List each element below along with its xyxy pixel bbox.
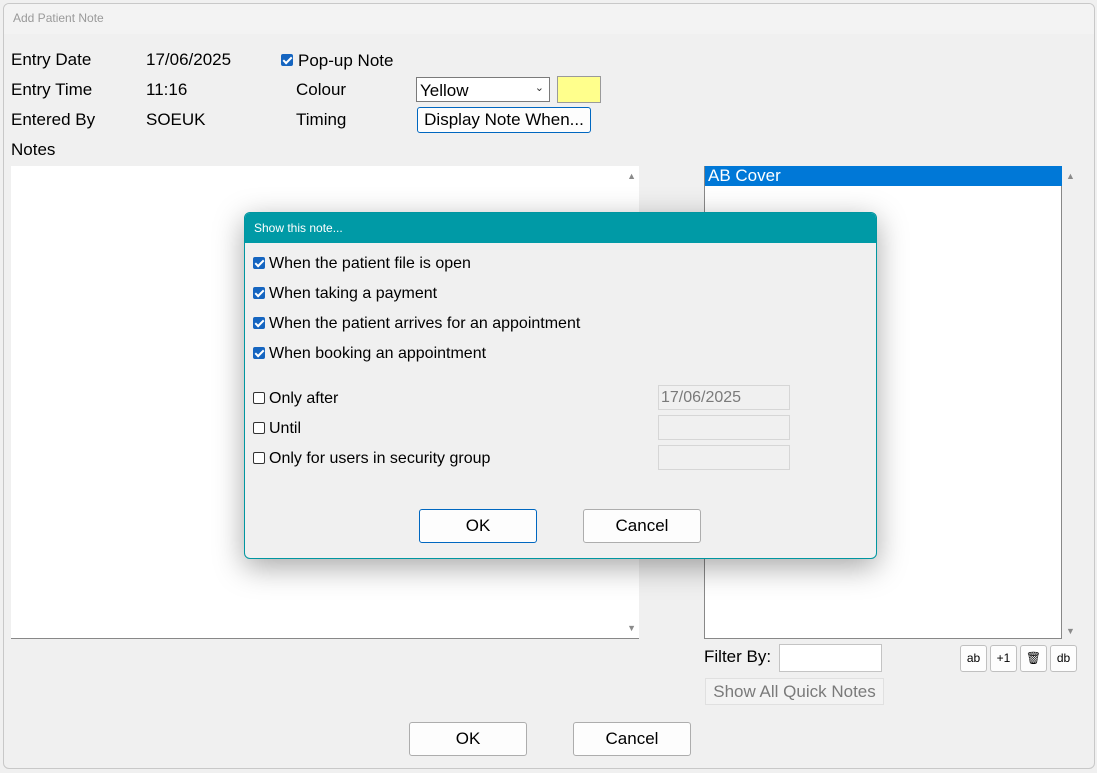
title-bar: Add Patient Note bbox=[4, 4, 1094, 34]
filter-input[interactable] bbox=[779, 644, 882, 672]
taking-payment-label: When taking a payment bbox=[269, 285, 438, 302]
security-group-field[interactable] bbox=[658, 445, 790, 470]
entered-by-value: SOEUK bbox=[146, 110, 206, 129]
colour-select-value: Yellow bbox=[420, 81, 469, 100]
list-scroll-up-icon[interactable]: ▲ bbox=[1066, 171, 1075, 181]
cancel-button[interactable]: Cancel bbox=[573, 722, 691, 756]
show-all-quick-notes-button[interactable]: Show All Quick Notes bbox=[705, 678, 884, 705]
security-group-checkbox[interactable] bbox=[253, 452, 265, 464]
scroll-up-icon[interactable]: ▲ bbox=[627, 171, 636, 181]
patient-arrives-label: When the patient arrives for an appointm… bbox=[269, 315, 581, 332]
taking-payment-checkbox[interactable] bbox=[253, 287, 265, 299]
dialog-title-bar: Show this note... bbox=[245, 213, 876, 243]
trash-icon[interactable]: 🗑 bbox=[1020, 645, 1047, 672]
patient-file-open-label: When the patient file is open bbox=[269, 255, 471, 272]
only-after-label: Only after bbox=[269, 390, 339, 407]
notes-label: Notes bbox=[11, 140, 56, 159]
colour-label: Colour bbox=[296, 80, 347, 99]
only-after-checkbox[interactable] bbox=[253, 392, 265, 404]
chevron-down-icon: ⌄ bbox=[534, 82, 544, 94]
popup-note-checkbox[interactable] bbox=[281, 54, 293, 66]
dialog-title: Show this note... bbox=[254, 221, 343, 235]
entry-date-label: Entry Date bbox=[11, 50, 92, 69]
until-date-field[interactable] bbox=[658, 415, 790, 440]
scroll-down-icon[interactable]: ▼ bbox=[627, 623, 636, 633]
dialog-ok-button[interactable]: OK bbox=[419, 509, 537, 543]
list-scroll-down-icon[interactable]: ▼ bbox=[1066, 626, 1075, 636]
dialog-cancel-button[interactable]: Cancel bbox=[583, 509, 701, 543]
colour-select[interactable]: Yellow ⌄ bbox=[416, 77, 550, 102]
security-group-label: Only for users in security group bbox=[269, 450, 491, 467]
timing-label: Timing bbox=[296, 110, 347, 129]
show-note-dialog: Show this note... When the patient file … bbox=[244, 212, 877, 559]
patient-arrives-checkbox[interactable] bbox=[253, 317, 265, 329]
window-title: Add Patient Note bbox=[13, 11, 104, 25]
patient-file-open-checkbox[interactable] bbox=[253, 257, 265, 269]
entered-by-label: Entered By bbox=[11, 110, 96, 129]
database-button[interactable]: db bbox=[1050, 645, 1077, 672]
only-after-date-field[interactable]: 17/06/2025 bbox=[658, 385, 790, 410]
filter-by-label: Filter By: bbox=[704, 647, 772, 666]
entry-time-value: 11:16 bbox=[146, 80, 188, 99]
colour-swatch[interactable] bbox=[557, 76, 601, 103]
until-checkbox[interactable] bbox=[253, 422, 265, 434]
display-note-when-button[interactable]: Display Note When... bbox=[417, 107, 591, 133]
spell-check-button[interactable]: ab bbox=[960, 645, 987, 672]
booking-appointment-checkbox[interactable] bbox=[253, 347, 265, 359]
popup-note-label: Pop-up Note bbox=[298, 51, 394, 70]
list-item[interactable]: AB Cover bbox=[705, 166, 1062, 186]
booking-appointment-label: When booking an appointment bbox=[269, 345, 487, 362]
entry-date-value: 17/06/2025 bbox=[146, 50, 232, 69]
entry-time-label: Entry Time bbox=[11, 80, 93, 99]
add-note-button[interactable]: +1 bbox=[990, 645, 1017, 672]
ok-button[interactable]: OK bbox=[409, 722, 527, 756]
until-label: Until bbox=[269, 420, 302, 437]
